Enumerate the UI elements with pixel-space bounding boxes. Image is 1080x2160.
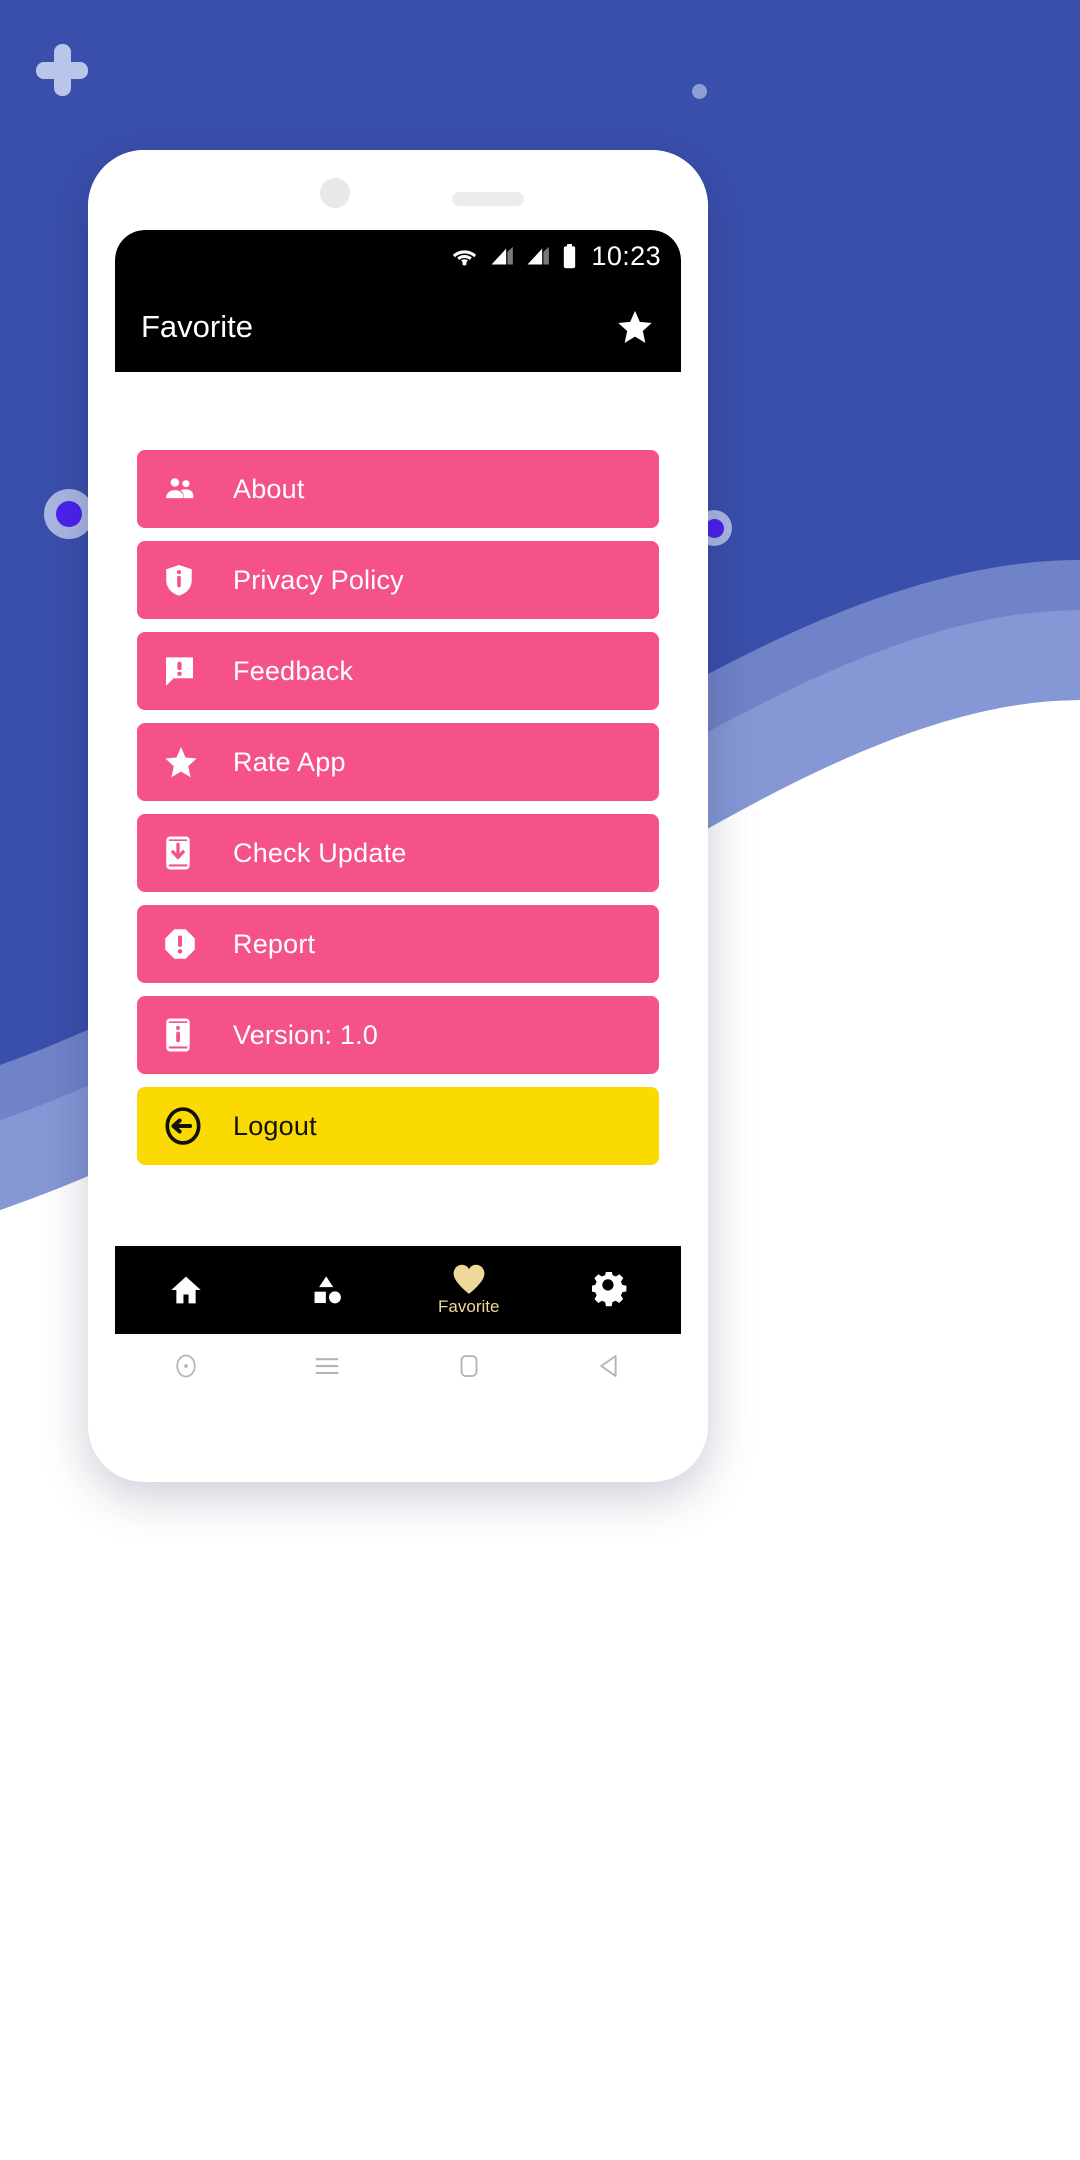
bottom-navigation-bar: Favorite [115, 1246, 681, 1334]
status-bar: 10:23 [115, 230, 681, 282]
back-triangle-icon[interactable] [540, 1351, 682, 1381]
assistant-circle-icon[interactable] [115, 1351, 257, 1381]
menu-bottom-spacer [137, 1178, 659, 1224]
earpiece-speaker [452, 192, 524, 206]
nav-item-home[interactable] [115, 1246, 257, 1334]
app-bar: Favorite [115, 282, 681, 372]
star-icon [163, 744, 207, 780]
wifi-icon [450, 245, 479, 267]
menu-item-rate-app[interactable]: Rate App [137, 723, 659, 801]
menu-item-label: Rate App [233, 746, 346, 777]
phone-info-icon [163, 1017, 207, 1053]
dot-decoration-top-right [692, 84, 707, 99]
nav-item-category[interactable] [257, 1246, 399, 1334]
signal-icon [526, 245, 551, 267]
menu-item-feedback[interactable]: Feedback [137, 632, 659, 710]
menu-list: About Privacy Policy Feedback Rate App C… [115, 372, 681, 1246]
status-clock: 10:23 [591, 240, 661, 271]
nav-item-label: Favorite [438, 1297, 500, 1316]
phone-top-bezel [88, 150, 708, 230]
menu-item-label: Feedback [233, 655, 354, 686]
battery-icon [562, 243, 577, 269]
home-square-icon[interactable] [398, 1351, 540, 1381]
system-navigation-bar [115, 1334, 681, 1398]
ring-decoration [44, 489, 94, 539]
menu-item-label: Check Update [233, 837, 407, 868]
gear-icon [592, 1272, 628, 1308]
front-camera [320, 178, 350, 208]
menu-item-check-update[interactable]: Check Update [137, 814, 659, 892]
phone-download-icon [163, 835, 207, 871]
menu-item-logout[interactable]: Logout [137, 1087, 659, 1165]
heart-icon [451, 1263, 487, 1295]
logout-arrow-icon [163, 1106, 207, 1146]
octagon-alert-icon [163, 927, 207, 961]
page-title: Favorite [141, 309, 253, 344]
menu-item-label: About [233, 473, 305, 504]
menu-item-version[interactable]: Version: 1.0 [137, 996, 659, 1074]
menu-item-label: Report [233, 928, 316, 959]
feedback-chat-icon [163, 655, 207, 688]
category-icon [310, 1273, 344, 1307]
menu-item-label: Logout [233, 1110, 317, 1141]
home-icon [169, 1273, 203, 1307]
nav-item-favorite[interactable]: Favorite [398, 1246, 540, 1334]
menu-item-report[interactable]: Report [137, 905, 659, 983]
menu-item-privacy-policy[interactable]: Privacy Policy [137, 541, 659, 619]
nav-item-settings[interactable] [540, 1246, 682, 1334]
phone-mockup: 10:23 Favorite About Privacy Policy Feed… [88, 150, 708, 1482]
star-icon[interactable] [615, 307, 655, 347]
menu-item-label: Privacy Policy [233, 564, 404, 595]
shield-info-icon [163, 563, 207, 597]
circle-ring-icon [56, 501, 82, 527]
menu-hamburger-icon[interactable] [257, 1353, 399, 1379]
menu-item-label: Version: 1.0 [233, 1019, 378, 1050]
phone-screen: 10:23 Favorite About Privacy Policy Feed… [115, 230, 681, 1398]
plus-decoration [36, 44, 88, 96]
menu-item-about[interactable]: About [137, 450, 659, 528]
signal-icon [490, 245, 515, 267]
people-icon [163, 472, 207, 506]
